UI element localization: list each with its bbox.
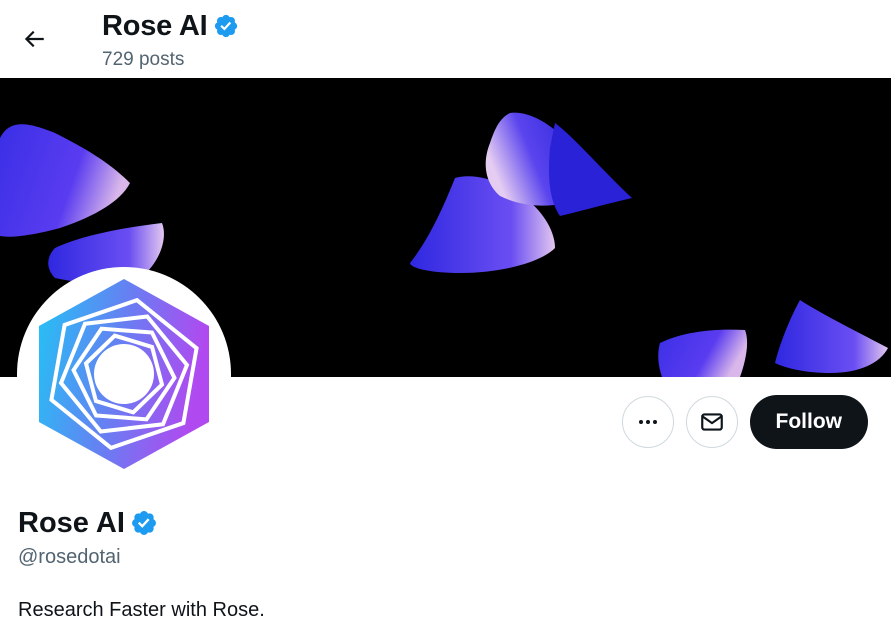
profile-name: Rose AI bbox=[18, 507, 125, 539]
avatar-image bbox=[21, 271, 227, 477]
profile-bio: Research Faster with Rose. bbox=[18, 599, 265, 621]
more-horizontal-icon bbox=[638, 420, 657, 424]
back-button[interactable] bbox=[14, 19, 54, 59]
profile-actions: Follow bbox=[621, 395, 868, 449]
arrow-left-icon bbox=[24, 30, 44, 48]
more-button[interactable] bbox=[621, 396, 674, 448]
profile-handle: @rosedotai bbox=[18, 546, 121, 568]
follow-button[interactable]: Follow bbox=[749, 395, 868, 449]
header-name: Rose AI bbox=[102, 10, 208, 42]
profile-avatar[interactable] bbox=[17, 267, 231, 481]
top-bar: Rose AI 729 posts bbox=[0, 0, 891, 78]
posts-count: 729 posts bbox=[102, 49, 185, 70]
header-title-row: Rose AI bbox=[102, 8, 239, 44]
verified-badge-icon[interactable] bbox=[213, 13, 239, 39]
profile-name-row: Rose AI bbox=[18, 505, 158, 541]
envelope-icon bbox=[700, 413, 723, 431]
message-button[interactable] bbox=[685, 396, 738, 448]
rose-ai-logo-icon bbox=[39, 279, 209, 469]
verified-badge-icon[interactable] bbox=[130, 509, 158, 537]
